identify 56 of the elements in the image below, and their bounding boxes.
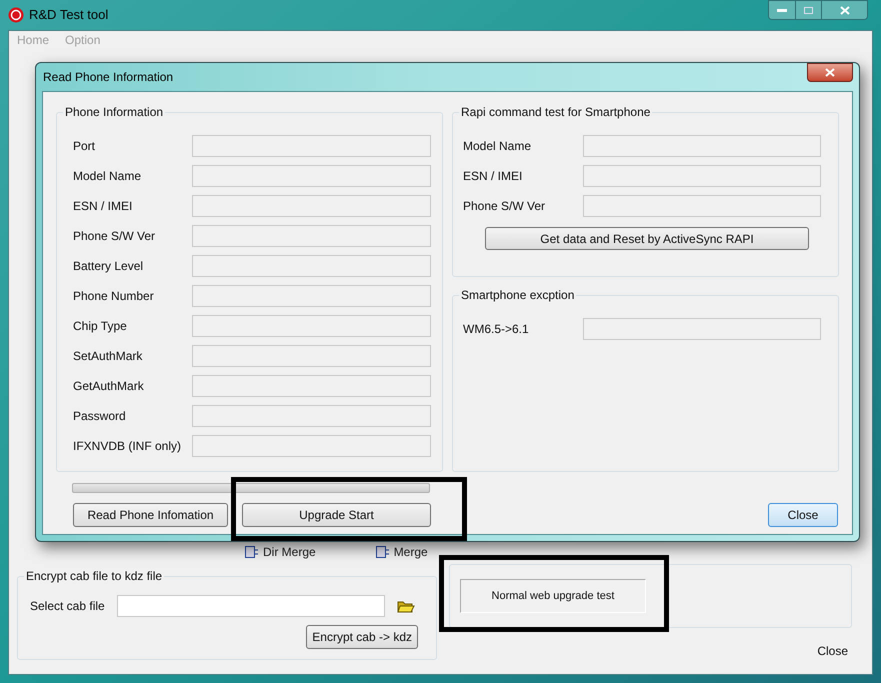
input-field[interactable] (192, 135, 431, 157)
input-field[interactable] (192, 255, 431, 277)
group-title: Rapi command test for Smartphone (459, 104, 652, 120)
dialog-title: Read Phone Information (42, 69, 174, 86)
close-button[interactable]: Close (817, 642, 848, 660)
merge-link[interactable]: Merge (394, 543, 428, 561)
encrypt-button[interactable]: Encrypt cab -> kdz (306, 625, 418, 649)
input-field[interactable] (192, 435, 431, 457)
dialog-button[interactable]: Upgrade Start (242, 503, 431, 527)
field-label: GetAuthMark (73, 378, 145, 395)
web-upgrade-button[interactable]: Normal web upgrade test (460, 579, 646, 613)
group-title: Encrypt cab file to kdz file (24, 568, 164, 584)
input-field[interactable] (192, 225, 431, 247)
input-field[interactable] (192, 195, 431, 217)
merge-icon (245, 546, 259, 558)
input-field[interactable] (583, 165, 821, 187)
field-label: Phone S/W Ver (463, 198, 546, 215)
input-field[interactable] (116, 595, 385, 617)
dialog-button[interactable]: Read Phone Infomation (73, 503, 228, 527)
group-title: Smartphone excption (459, 287, 576, 303)
folder-icon[interactable] (396, 599, 415, 613)
minimize-button[interactable] (769, 1, 795, 19)
input-field[interactable] (192, 345, 431, 367)
close-button[interactable] (821, 1, 867, 19)
input-field[interactable] (192, 375, 431, 397)
input-field[interactable] (583, 318, 821, 340)
maximize-button[interactable] (795, 1, 821, 19)
input-field[interactable] (192, 165, 431, 187)
input-field[interactable] (583, 195, 821, 217)
field-label: Select cab file (30, 598, 105, 615)
merge-link[interactable]: Dir Merge (263, 543, 316, 561)
dialog-button[interactable]: Close (768, 503, 838, 527)
field-label: ESN / IMEI (463, 168, 524, 185)
app-logo-icon (8, 7, 24, 23)
field-label: Port (73, 138, 96, 155)
input-field[interactable] (192, 315, 431, 337)
field-label: Phone Number (73, 288, 155, 305)
window-title: R&D Test tool (29, 6, 108, 24)
field-label: WM6.5->6.1 (463, 321, 530, 338)
field-label: Model Name (463, 138, 532, 155)
input-field[interactable] (192, 285, 431, 307)
field-label: ESN / IMEI (73, 198, 134, 215)
field-label: SetAuthMark (73, 348, 144, 365)
dialog-close-button[interactable] (807, 63, 853, 82)
close-icon (825, 68, 835, 77)
rapi-button[interactable]: Get data and Reset by ActiveSync RAPI (485, 227, 809, 250)
input-field[interactable] (192, 405, 431, 427)
field-label: Chip Type (73, 318, 128, 335)
close-icon (840, 6, 850, 14)
field-label: Model Name (73, 168, 142, 185)
field-label: IFXNVDB (INF only) (73, 438, 182, 455)
merge-icon (376, 546, 390, 558)
field-label: Password (73, 408, 127, 425)
input-field[interactable] (583, 135, 821, 157)
field-label: Phone S/W Ver (73, 228, 156, 245)
field-label: Battery Level (73, 258, 144, 275)
